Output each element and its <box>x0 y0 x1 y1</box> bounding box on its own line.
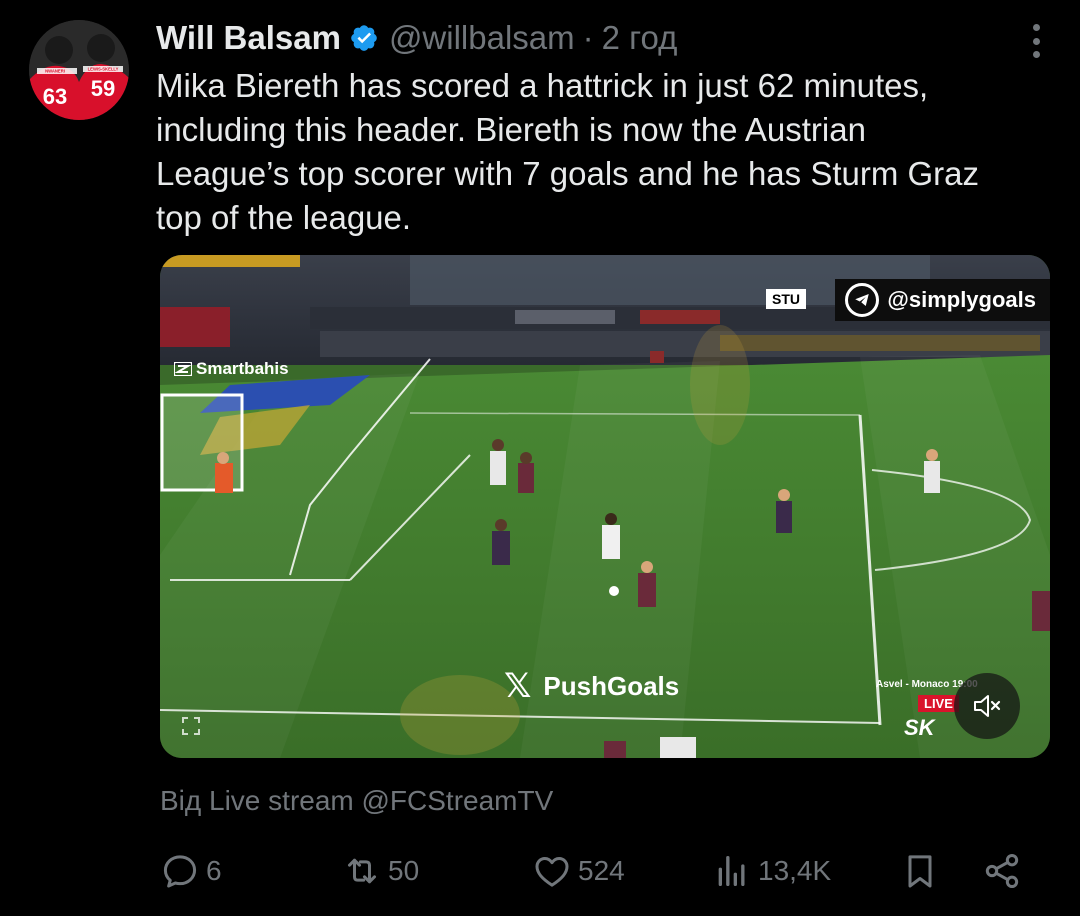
avatar-number-left: 63 <box>43 84 67 109</box>
share-icon <box>985 854 1019 888</box>
repost-button[interactable]: 50 <box>342 846 419 896</box>
tweet-action-bar: 6 50 524 13,4K <box>160 846 1030 896</box>
tweet-header: Will Balsam @willbalsam · 2 год <box>156 16 677 60</box>
like-button[interactable]: 524 <box>532 846 625 896</box>
tweet-text: Mika Biereth has scored a hattrick in ju… <box>156 67 980 236</box>
author-handle[interactable]: @willbalsam <box>389 16 575 60</box>
pushgoals-watermark: 𝕏 PushGoals <box>504 669 679 703</box>
tweet-video[interactable]: STU @simplygoals Smartbahis 𝕏 PushGoals … <box>160 255 1050 758</box>
simplygoals-watermark: @simplygoals <box>835 279 1050 321</box>
expand-icon[interactable] <box>182 717 200 735</box>
sponsor-smartbahis: Smartbahis <box>174 359 289 379</box>
header-separator: · <box>582 19 594 56</box>
more-vertical-icon[interactable] <box>1030 24 1042 58</box>
author-name[interactable]: Will Balsam <box>156 16 341 60</box>
bookmark-icon <box>908 855 932 888</box>
scoreboard-team: STU <box>766 289 806 309</box>
verified-badge-icon[interactable] <box>349 23 379 53</box>
pushgoals-label: PushGoals <box>543 670 680 701</box>
simplygoals-label: @simplygoals <box>887 287 1036 312</box>
avatar-number-right: 59 <box>91 76 115 101</box>
telegram-icon <box>845 283 880 317</box>
avatar-name-left: NWANERI <box>45 69 65 74</box>
muted-speaker-icon <box>974 695 1001 717</box>
bookmark-button[interactable] <box>900 846 946 896</box>
broadcast-channel-logo: SK <box>904 715 935 740</box>
reply-icon <box>163 855 197 888</box>
views-button[interactable]: 13,4K <box>712 846 831 896</box>
heart-icon <box>535 857 569 887</box>
share-button[interactable] <box>982 846 1028 896</box>
tweet[interactable]: 63 59 NWANERI LEWIS-SKELLY Will Balsam @… <box>0 0 1080 916</box>
avatar-name-right: LEWIS-SKELLY <box>88 67 119 72</box>
views-count: 13,4K <box>758 855 832 886</box>
broadcast-live-badge: LIVE <box>918 695 959 712</box>
smartbahis-label: Smartbahis <box>196 359 289 378</box>
tweet-timestamp[interactable]: 2 год <box>602 16 678 60</box>
avatar-image: 63 59 NWANERI LEWIS-SKELLY <box>29 20 129 120</box>
like-count: 524 <box>578 855 625 886</box>
mute-toggle-button[interactable] <box>954 673 1020 739</box>
video-source-attribution[interactable]: Від Live stream @FCStreamTV <box>160 782 553 820</box>
reply-count: 6 <box>206 855 222 886</box>
repost-icon <box>348 858 376 884</box>
x-logo-icon: 𝕏 <box>504 667 532 705</box>
repost-count: 50 <box>388 855 420 886</box>
author-avatar[interactable]: 63 59 NWANERI LEWIS-SKELLY <box>29 20 129 120</box>
smartbahis-logo-icon <box>174 362 192 376</box>
views-chart-icon <box>718 856 745 886</box>
reply-button[interactable]: 6 <box>160 846 222 896</box>
